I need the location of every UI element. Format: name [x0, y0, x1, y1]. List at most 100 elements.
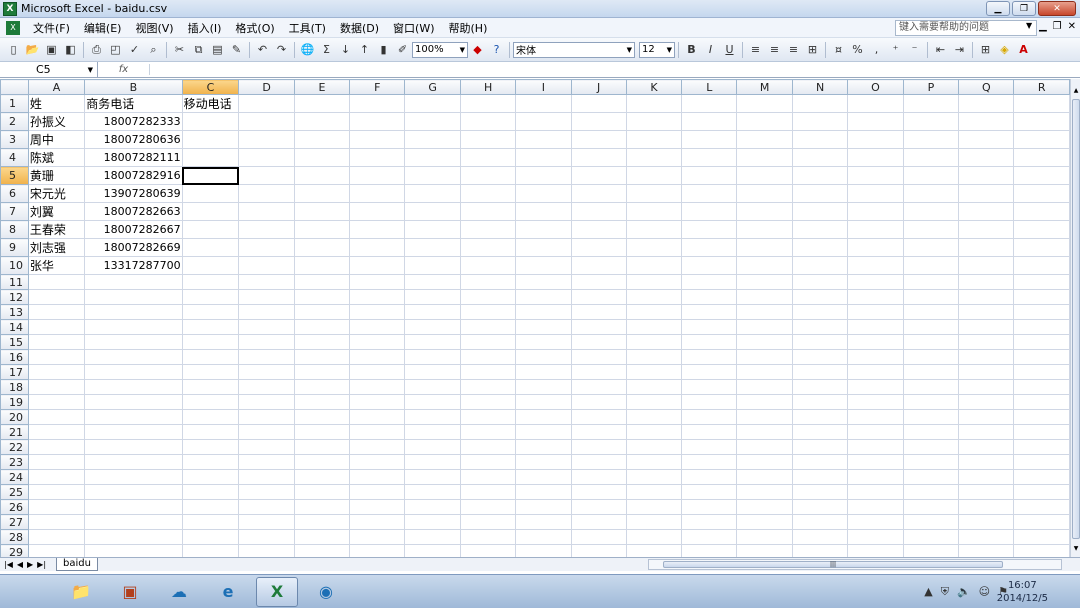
- cell-n3[interactable]: [791, 130, 849, 149]
- cell-p18[interactable]: [902, 379, 960, 395]
- cell-j29[interactable]: [570, 544, 627, 557]
- cell-d20[interactable]: [238, 409, 295, 425]
- cell-i28[interactable]: [515, 529, 572, 545]
- cell-q11[interactable]: [958, 274, 1015, 290]
- print-icon[interactable]: ⎙: [88, 41, 105, 58]
- workbook-icon[interactable]: X: [6, 20, 20, 35]
- cell-g18[interactable]: [404, 379, 461, 395]
- row-header[interactable]: 1: [0, 94, 29, 113]
- cell-l15[interactable]: [681, 334, 738, 350]
- cell-q6[interactable]: [958, 184, 1015, 203]
- cell-b9[interactable]: 18007282669: [84, 238, 183, 257]
- row-header[interactable]: 5: [0, 166, 29, 185]
- cell-p17[interactable]: [902, 364, 960, 380]
- chevron-down-icon[interactable]: ▼: [1026, 21, 1032, 30]
- cell-n13[interactable]: [791, 304, 849, 320]
- cell-k11[interactable]: [625, 274, 683, 290]
- cell-r10[interactable]: [1013, 256, 1070, 275]
- cell-k22[interactable]: [625, 439, 683, 455]
- menu-insert[interactable]: 插入(I): [181, 20, 229, 36]
- cell-h26[interactable]: [459, 499, 517, 515]
- cell-n12[interactable]: [791, 289, 849, 305]
- decrease-decimal-icon[interactable]: ⁻: [906, 41, 923, 58]
- cell-o9[interactable]: [847, 238, 904, 257]
- cell-q10[interactable]: [958, 256, 1015, 275]
- cell-r4[interactable]: [1013, 148, 1070, 167]
- cell-q15[interactable]: [958, 334, 1015, 350]
- cell-j8[interactable]: [570, 220, 627, 239]
- cell-k7[interactable]: [625, 202, 683, 221]
- row-header[interactable]: 14: [0, 319, 29, 335]
- cell-c10[interactable]: [181, 256, 240, 275]
- cell-j1[interactable]: [570, 94, 627, 113]
- cell-h22[interactable]: [459, 439, 517, 455]
- cell-c14[interactable]: [181, 319, 240, 335]
- cell-m18[interactable]: [736, 379, 793, 395]
- cell-f13[interactable]: [349, 304, 406, 320]
- select-all-corner[interactable]: [0, 79, 29, 95]
- cell-o4[interactable]: [847, 148, 904, 167]
- print-preview-icon[interactable]: ◰: [107, 41, 124, 58]
- cell-l4[interactable]: [681, 148, 738, 167]
- cell-k14[interactable]: [625, 319, 683, 335]
- cell-a21[interactable]: [27, 424, 86, 440]
- cell-o17[interactable]: [847, 364, 904, 380]
- cell-c5[interactable]: [181, 166, 240, 185]
- cell-l20[interactable]: [681, 409, 738, 425]
- cell-e29[interactable]: [293, 544, 351, 557]
- cell-b29[interactable]: [84, 544, 183, 557]
- column-header-c[interactable]: C: [181, 79, 240, 95]
- cell-q21[interactable]: [958, 424, 1015, 440]
- help-search-input[interactable]: 键入需要帮助的问题: [895, 20, 1037, 36]
- cell-g7[interactable]: [404, 202, 461, 221]
- cell-j14[interactable]: [570, 319, 627, 335]
- cell-m10[interactable]: [736, 256, 793, 275]
- cell-c1[interactable]: 移动电话: [181, 94, 240, 113]
- cell-f10[interactable]: [349, 256, 406, 275]
- cell-a22[interactable]: [27, 439, 86, 455]
- cell-e25[interactable]: [293, 484, 351, 500]
- cell-h4[interactable]: [459, 148, 517, 167]
- cell-l25[interactable]: [681, 484, 738, 500]
- cell-n21[interactable]: [791, 424, 849, 440]
- cell-b8[interactable]: 18007282667: [84, 220, 183, 239]
- cell-d26[interactable]: [238, 499, 295, 515]
- cell-i11[interactable]: [515, 274, 572, 290]
- scroll-up-icon[interactable]: ▲: [1071, 87, 1080, 97]
- cell-m3[interactable]: [736, 130, 793, 149]
- cell-q26[interactable]: [958, 499, 1015, 515]
- cell-c13[interactable]: [181, 304, 240, 320]
- cell-e4[interactable]: [293, 148, 351, 167]
- row-header[interactable]: 12: [0, 289, 29, 305]
- cell-p22[interactable]: [902, 439, 960, 455]
- cell-b17[interactable]: [84, 364, 183, 380]
- network-app-icon[interactable]: ☁: [158, 577, 200, 607]
- cell-f2[interactable]: [349, 112, 406, 131]
- cell-r3[interactable]: [1013, 130, 1070, 149]
- cell-j23[interactable]: [570, 454, 627, 470]
- cell-p28[interactable]: [902, 529, 960, 545]
- cell-q5[interactable]: [958, 166, 1015, 185]
- cell-r17[interactable]: [1013, 364, 1070, 380]
- cell-i13[interactable]: [515, 304, 572, 320]
- cell-r5[interactable]: [1013, 166, 1070, 185]
- cell-d15[interactable]: [238, 334, 295, 350]
- cell-a8[interactable]: 王春荣: [27, 220, 86, 239]
- cell-g12[interactable]: [404, 289, 461, 305]
- undo-icon[interactable]: ↶: [254, 41, 271, 58]
- cell-h14[interactable]: [459, 319, 517, 335]
- cell-e10[interactable]: [293, 256, 351, 275]
- cell-l3[interactable]: [681, 130, 738, 149]
- cell-a16[interactable]: [27, 349, 86, 365]
- cell-d29[interactable]: [238, 544, 295, 557]
- cell-a19[interactable]: [27, 394, 86, 410]
- cell-m15[interactable]: [736, 334, 793, 350]
- column-header-l[interactable]: L: [681, 79, 738, 95]
- cell-m16[interactable]: [736, 349, 793, 365]
- cell-a26[interactable]: [27, 499, 86, 515]
- internet-explorer-icon[interactable]: e: [207, 577, 249, 607]
- cell-q9[interactable]: [958, 238, 1015, 257]
- cell-d27[interactable]: [238, 514, 295, 530]
- cell-r19[interactable]: [1013, 394, 1070, 410]
- cell-b10[interactable]: 13317287700: [84, 256, 183, 275]
